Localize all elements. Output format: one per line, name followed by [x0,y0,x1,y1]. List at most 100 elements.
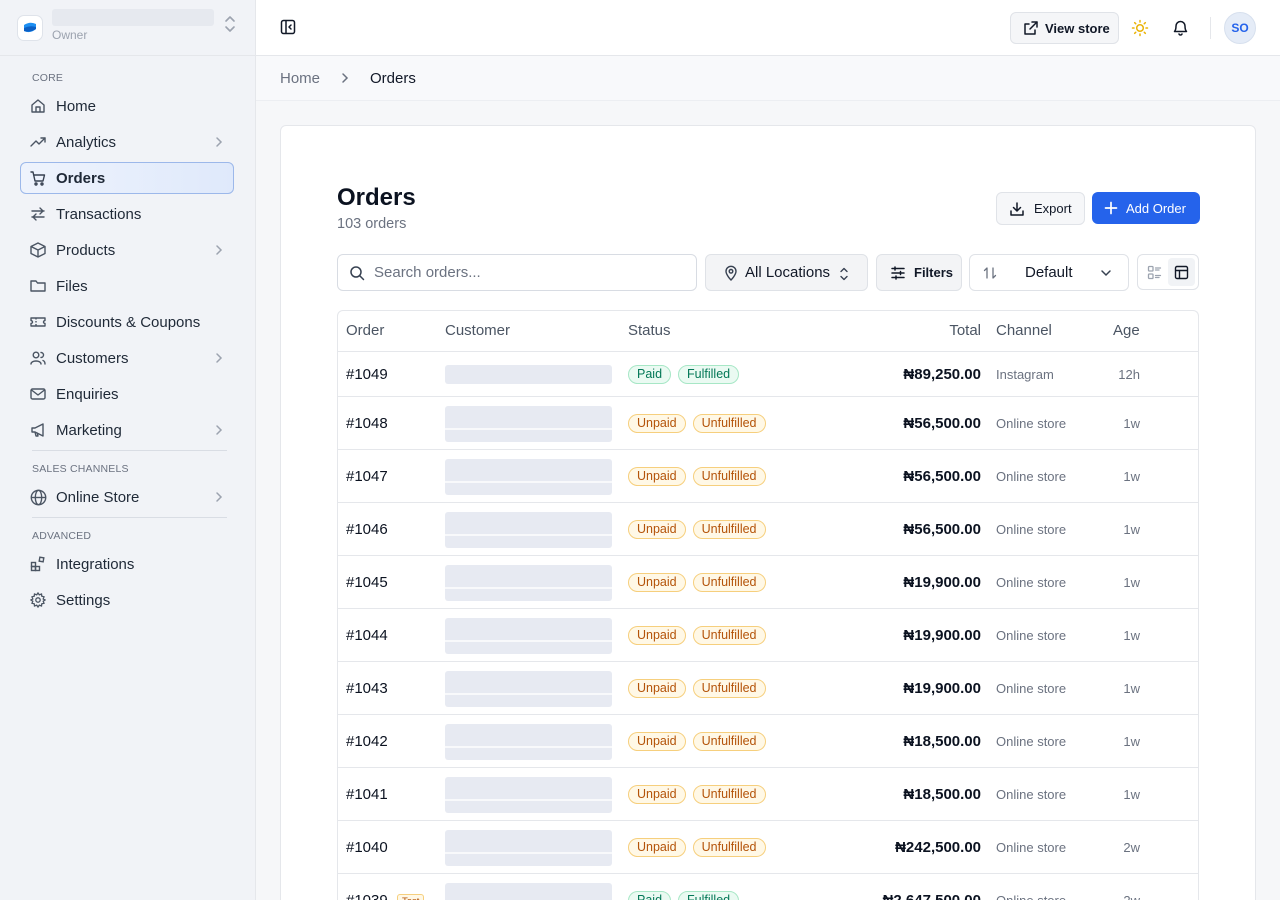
order-number[interactable]: #1046 [346,521,388,538]
order-number[interactable]: #1041 [346,786,388,803]
payment-status-badge: Unpaid [628,414,686,433]
order-age: 1w [1123,681,1140,696]
list-view-icon[interactable] [1141,258,1168,286]
view-store-button[interactable]: View store [1010,12,1119,44]
sort-select[interactable]: Default [969,254,1129,291]
sidebar-item-customers[interactable]: Customers [20,342,234,374]
order-number[interactable]: #1048 [346,415,388,432]
col-status[interactable]: Status [628,322,671,339]
fulfillment-status-badge: Fulfilled [678,891,740,900]
col-total[interactable]: Total [949,322,981,339]
sidebar-item-discounts[interactable]: Discounts & Coupons [20,306,234,338]
customer-name-redacted[interactable] [445,459,612,495]
orders-table: Order Customer Status Total Channel Age … [337,310,1199,900]
table-row[interactable]: #1044 Unpaid Unfulfilled ₦19,900.00 Online s… [338,609,1198,662]
sidebar-item-transactions[interactable]: Transactions [20,198,234,230]
order-number[interactable]: #1042 [346,733,388,750]
table-row[interactable]: #1041 Unpaid Unfulfilled ₦18,500.00 Online s… [338,768,1198,821]
customer-name-redacted[interactable] [445,618,612,654]
sidebar-item-enquiries[interactable]: Enquiries [20,378,234,410]
section-core: CORE [32,72,64,84]
order-channel: Online store [996,575,1067,590]
table-row[interactable]: #1048 Unpaid Unfulfilled ₦56,500.00 Online s… [338,397,1198,450]
order-number[interactable]: #1043 [346,680,388,697]
chevrons-updown-icon [838,266,850,282]
order-channel: Online store [996,469,1067,484]
avatar[interactable]: SO [1224,12,1256,44]
sidebar-item-label: Home [56,97,97,115]
customer-name-redacted[interactable] [445,406,612,442]
chevron-right-icon [340,71,350,85]
col-channel[interactable]: Channel [996,322,1052,339]
order-age: 1w [1123,628,1140,643]
export-button[interactable]: Export [996,192,1085,225]
order-total: ₦89,250.00 [903,366,981,383]
fulfillment-status-badge: Unfulfilled [692,467,766,486]
sidebar-item-online-store[interactable]: Online Store [20,481,234,513]
status-badges: Unpaid Unfulfilled [628,467,773,486]
sidebar-item-home[interactable]: Home [20,90,234,122]
payment-status-badge: Unpaid [628,520,686,539]
sidebar-item-marketing[interactable]: Marketing [20,414,234,446]
table-row[interactable]: #1045 Unpaid Unfulfilled ₦19,900.00 Online s… [338,556,1198,609]
payment-status-badge: Unpaid [628,467,686,486]
add-order-label: Add Order [1126,200,1186,216]
sidebar-toggle-icon[interactable] [280,19,296,40]
order-age: 2w [1123,893,1140,900]
order-number[interactable]: #1045 [346,574,388,591]
customer-name-redacted[interactable] [445,883,612,900]
store-switcher[interactable]: Owner [0,0,255,56]
table-row[interactable]: #1042 Unpaid Unfulfilled ₦18,500.00 Online s… [338,715,1198,768]
sun-icon[interactable] [1131,19,1149,42]
table-row[interactable]: #1043 Unpaid Unfulfilled ₦19,900.00 Online s… [338,662,1198,715]
customer-name-redacted[interactable] [445,565,612,601]
order-number[interactable]: #1049 [346,366,388,383]
orders-card: Orders 103 orders Export Add Order All L… [280,125,1256,900]
order-number[interactable]: #1040 [346,839,388,856]
fulfillment-status-badge: Unfulfilled [692,520,766,539]
table-row[interactable]: #1047 Unpaid Unfulfilled ₦56,500.00 Online s… [338,450,1198,503]
table-row[interactable]: #1040 Unpaid Unfulfilled ₦242,500.00 Online … [338,821,1198,874]
main-content: Orders 103 orders Export Add Order All L… [256,101,1280,900]
customer-name-redacted[interactable] [445,724,612,760]
customer-name-redacted[interactable] [445,777,612,813]
search-box[interactable] [337,254,697,291]
table-view-icon[interactable] [1168,258,1195,286]
filters-button[interactable]: Filters [876,254,962,291]
search-input[interactable] [374,264,674,281]
sidebar-item-label: Transactions [56,205,142,223]
section-advanced: ADVANCED [32,530,92,542]
sidebar-item-analytics[interactable]: Analytics [20,126,234,158]
arrows-icon [29,205,47,223]
table-row[interactable]: #1049 Paid Fulfilled ₦89,250.00 Instagram 12h [338,352,1198,397]
order-number[interactable]: #1044 [346,627,388,644]
col-customer[interactable]: Customer [445,322,510,339]
col-age[interactable]: Age [1113,322,1140,339]
col-order[interactable]: Order [346,322,384,339]
table-row[interactable]: #1046 Unpaid Unfulfilled ₦56,500.00 Online s… [338,503,1198,556]
sidebar-item-label: Settings [56,591,111,609]
customer-name-redacted[interactable] [445,365,612,384]
table-row[interactable]: #1039 Test Paid Fulfilled ₦2,647,500.00 Onlin… [338,874,1198,900]
customer-name-redacted[interactable] [445,830,612,866]
sidebar-item-products[interactable]: Products [20,234,234,266]
sidebar-item-settings[interactable]: Settings [20,584,234,616]
customer-name-redacted[interactable] [445,671,612,707]
status-badges: Unpaid Unfulfilled [628,732,773,751]
sidebar-item-files[interactable]: Files [20,270,234,302]
users-icon [29,349,47,367]
sidebar-item-integrations[interactable]: Integrations [20,548,234,580]
redaction-gap [445,799,612,801]
order-number[interactable]: #1047 [346,468,388,485]
location-select[interactable]: All Locations [705,254,868,291]
fulfillment-status-badge: Fulfilled [678,365,740,384]
payment-status-badge: Unpaid [628,626,686,645]
customer-name-redacted[interactable] [445,512,612,548]
add-order-button[interactable]: Add Order [1092,192,1200,224]
breadcrumb-home[interactable]: Home [280,70,320,87]
bell-icon[interactable] [1172,19,1189,42]
order-channel: Online store [996,787,1067,802]
order-number[interactable]: #1039 [346,892,388,900]
fulfillment-status-badge: Unfulfilled [692,573,766,592]
sidebar-item-orders[interactable]: Orders [20,162,234,194]
